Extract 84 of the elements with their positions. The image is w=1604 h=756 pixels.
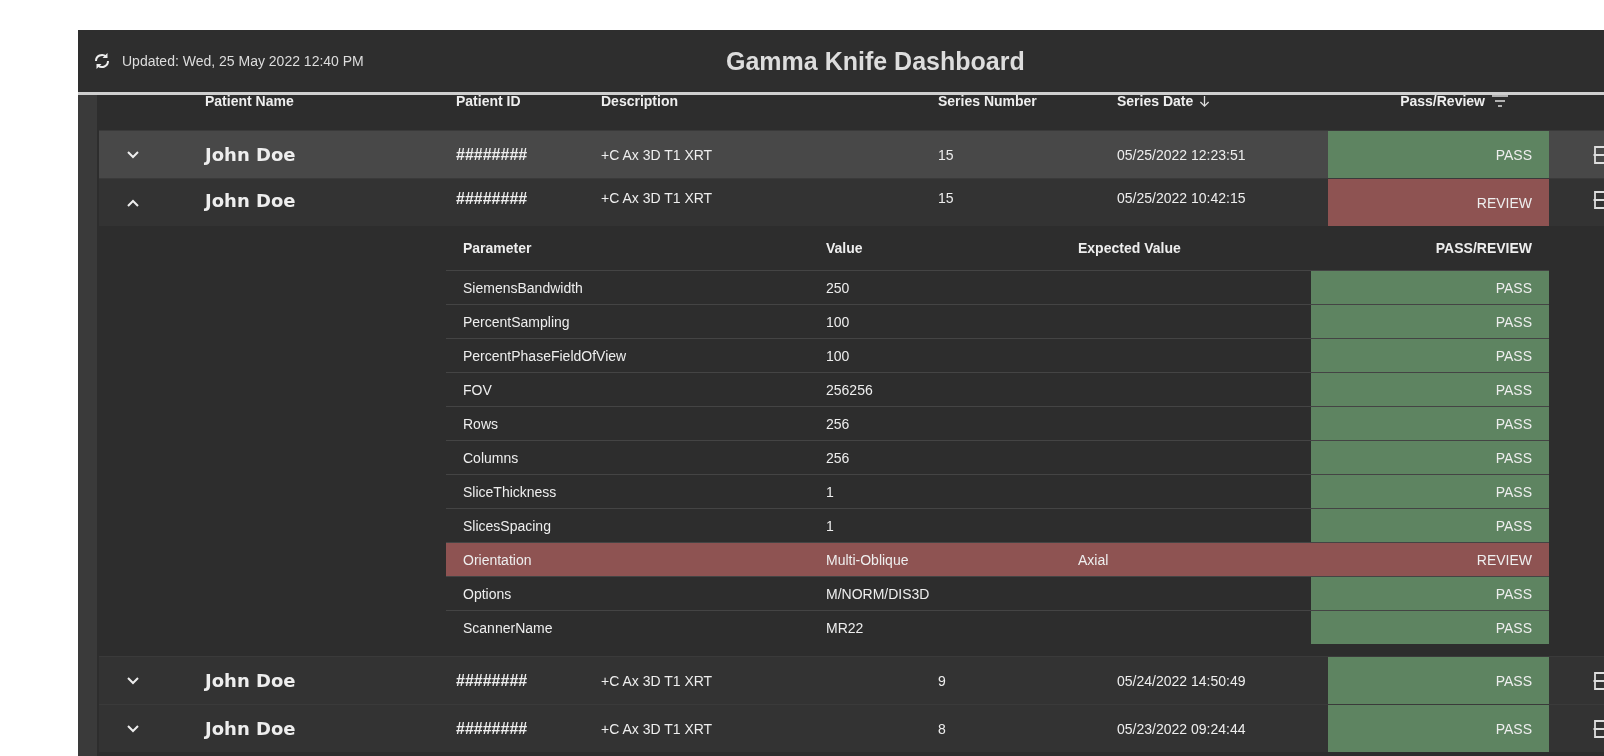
parameter-value: 256256 [826,381,873,398]
dashboard-title: Gamma Knife Dashboard [726,46,1025,76]
parameter-value: 100 [826,347,850,364]
parameter-name: FOV [463,381,492,398]
patient-name: John Doe [205,144,296,165]
description: +C Ax 3D T1 XRT [601,190,713,206]
chevron-down-icon[interactable] [127,676,139,685]
parameter-name: PercentSampling [463,313,570,330]
refresh-icon[interactable] [92,51,112,71]
column-header[interactable]: Patient ID [456,93,521,109]
updated-time: Updated: Wed, 25 May 2022 12:40 PM [122,53,364,69]
status-cell: PASS [1311,373,1549,406]
series-date: 05/25/2022 10:42:15 [1117,190,1246,206]
bracket-icon[interactable] [1593,145,1604,164]
parameter-value: 100 [826,313,850,330]
series-number: 8 [938,720,946,737]
parameter-value: 256 [826,415,850,432]
description: +C Ax 3D T1 XRT [601,672,713,689]
parameter-value: M/NORM/DIS3D [826,585,930,602]
parameter-value: 1 [826,483,834,500]
status-cell: PASS [1311,475,1549,508]
status-cell: PASS [1311,577,1549,610]
series-number: 15 [938,146,954,163]
chevron-down-icon[interactable] [127,150,139,159]
patient-name: John Doe [205,670,296,691]
status-cell: PASS [1311,271,1549,304]
bracket-icon[interactable] [1593,719,1604,738]
parameter-name: Options [463,585,512,602]
series-date: 05/24/2022 14:50:49 [1117,672,1246,689]
column-header[interactable]: Series Number [938,93,1037,109]
status-cell: REVIEW [1328,179,1549,226]
description: +C Ax 3D T1 XRT [601,720,713,737]
detail-column-header: PASS/REVIEW [1434,240,1533,256]
detail-column-header: Expected Value [1077,240,1182,256]
parameter-name: SiemensBandwidth [463,279,583,296]
parameter-name: Rows [463,415,498,432]
patient-name: John Doe [205,718,296,739]
parameter-name: Columns [463,449,519,466]
status-cell: PASS [1328,131,1549,178]
filter-icon[interactable] [1491,94,1509,108]
bracket-icon[interactable] [1593,191,1604,209]
table-row[interactable]: John Doe ######## +C Ax 3D T1 XRT 15 05/25/2022 12:23:51 PASS [99,130,1604,178]
parameter-value: 1 [826,517,834,534]
parameter-name: ScannerName [463,619,553,636]
patient-id: ######## [456,719,528,737]
status-cell: PASS [1311,305,1549,338]
parameter-name: Orientation [463,551,532,568]
patient-id: ######## [456,190,528,207]
table-row[interactable]: John Doe ######## +C Ax 3D T1 XRT 8 05/23/2022 09:24:44 PASS [99,704,1604,752]
status-cell: PASS [1328,657,1549,704]
patient-name: John Doe [205,190,296,211]
parameter-value: MR22 [826,619,864,636]
series-date: 05/23/2022 09:24:44 [1117,720,1246,737]
table-row[interactable]: John Doe ######## +C Ax 3D T1 XRT 9 05/24/2022 14:50:49 PASS [99,656,1604,704]
chevron-up-icon[interactable] [127,198,139,207]
sort-arrow-icon[interactable] [1199,94,1211,108]
detail-column-header: Value [825,240,864,256]
parameter-name: PercentPhaseFieldOfView [463,347,627,364]
patient-id: ######## [456,671,528,689]
status-cell: PASS [1311,407,1549,440]
detail-column-header: Parameter [462,240,533,256]
status-cell: PASS [1328,705,1549,752]
bracket-icon[interactable] [1593,671,1604,690]
description: +C Ax 3D T1 XRT [601,146,713,163]
status-cell: PASS [1311,611,1549,644]
expected-value: Axial [1078,551,1109,568]
parameter-value: 256 [826,449,850,466]
status-cell: PASS [1311,509,1549,542]
series-number: 9 [938,672,946,689]
table-row[interactable]: John Doe ######## +C Ax 3D T1 XRT 15 05/25/2022 10:42:15 REVIEW [99,178,1604,226]
column-header[interactable]: Description [601,93,678,109]
column-header[interactable]: Series Date [1117,93,1194,109]
chevron-down-icon[interactable] [127,724,139,733]
column-header[interactable]: Pass/Review [1400,93,1485,109]
status-cell: PASS [1311,339,1549,372]
parameter-name: SlicesSpacing [463,517,551,534]
column-header[interactable]: Patient Name [205,93,294,109]
parameter-value: Multi-Oblique [826,551,909,568]
series-number: 15 [938,190,954,206]
status-cell: PASS [1311,441,1549,474]
patient-id: ######## [456,145,528,163]
series-date: 05/25/2022 12:23:51 [1117,146,1246,163]
parameter-value: 250 [826,279,850,296]
parameter-name: SliceThickness [463,483,557,500]
